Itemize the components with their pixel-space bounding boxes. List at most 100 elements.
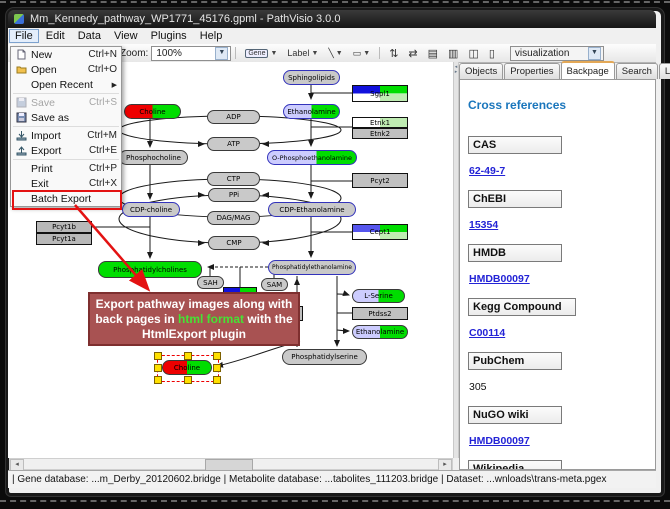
section-header-wikipedia: Wikipedia (468, 460, 562, 470)
menu-item-open-recent[interactable]: Open Recent ▶ (11, 77, 121, 92)
node-ethanolamine-bottom[interactable]: Ethanolamine (352, 325, 408, 339)
align-vertical-button[interactable]: ⇅ (385, 45, 402, 61)
menu-file[interactable]: File (9, 29, 39, 43)
submenu-arrow-icon: ▶ (112, 81, 117, 89)
node-ppi[interactable]: PPi (208, 188, 260, 202)
add-gene-button[interactable]: Gene ▼ (241, 45, 281, 61)
selection-handle[interactable] (213, 364, 221, 372)
menu-data[interactable]: Data (72, 29, 107, 43)
visualization-combobox[interactable]: visualization ▼ (510, 46, 604, 61)
menu-item-save-as[interactable]: Save as (11, 110, 121, 125)
node-o-phosphoethanolamine[interactable]: O-Phosphoethanolamine (267, 150, 357, 165)
node-cmp[interactable]: CMP (208, 236, 260, 250)
node-choline-top[interactable]: Choline (124, 104, 181, 119)
node-etnk1[interactable]: Etnk1 (352, 117, 408, 128)
node-phosphatidylcholines[interactable]: Phosphatidylcholines (98, 261, 202, 278)
title-bar[interactable]: Mm_Kennedy_pathway_WP1771_45176.gpml - P… (8, 10, 656, 28)
menu-view[interactable]: View (108, 29, 144, 43)
node-ethanolamine-top[interactable]: Ethanolamine (283, 104, 340, 119)
tab-backpage[interactable]: Backpage (561, 61, 615, 80)
chevron-down-icon: ▼ (363, 50, 370, 57)
import-icon (14, 130, 28, 141)
align-horizontal-button[interactable]: ⇄ (404, 45, 421, 61)
menu-item-save[interactable]: Save Ctrl+S (11, 95, 121, 110)
menu-item-import[interactable]: Import Ctrl+M (11, 128, 121, 143)
menu-item-new[interactable]: New Ctrl+N (11, 47, 121, 62)
selection-handle[interactable] (154, 376, 162, 384)
node-sah[interactable]: SAH (197, 276, 224, 289)
align-vertical-icon: ⇅ (389, 47, 398, 60)
open-folder-icon (14, 64, 28, 75)
menu-item-export[interactable]: Export Ctrl+E (11, 143, 121, 158)
node-phosphatidylserine[interactable]: Phosphatidylserine (282, 349, 367, 365)
node-dag-mag[interactable]: DAG/MAG (207, 211, 260, 225)
node-phosphocholine[interactable]: Phosphocholine (119, 150, 188, 165)
node-pcyt1b[interactable]: Pcyt1b (36, 221, 92, 233)
node-l-serine[interactable]: L-Serine (352, 289, 405, 303)
menu-separator (13, 93, 119, 94)
node-sgpl1[interactable]: Sgpl1 (352, 85, 408, 102)
common-height-button[interactable]: ▯ (485, 45, 499, 61)
selection-handle[interactable] (184, 352, 192, 360)
stack-columns-button[interactable]: ▥ (444, 45, 462, 61)
section-header-nugo: NuGO wiki (468, 406, 562, 424)
selection-handle[interactable] (213, 376, 221, 384)
common-width-icon: ◫ (468, 47, 478, 60)
menu-item-exit[interactable]: Exit Ctrl+X (11, 176, 121, 191)
menu-plugins[interactable]: Plugins (145, 29, 193, 43)
line-tool-button[interactable]: ╲ ▼ (324, 45, 346, 61)
chevron-down-icon: ▼ (270, 50, 277, 57)
selection-handle[interactable] (154, 352, 162, 360)
menu-edit[interactable]: Edit (40, 29, 71, 43)
chebi-link[interactable]: 15354 (469, 219, 498, 231)
tab-objects[interactable]: Objects (459, 63, 503, 79)
tab-legend[interactable]: Legend (659, 63, 670, 79)
horizontal-scrollbar[interactable]: ◂ ▸ (9, 458, 453, 470)
node-ptdss2[interactable]: Ptdss2 (352, 307, 408, 320)
section-header-cas: CAS (468, 136, 562, 154)
nugo-link[interactable]: HMDB00097 (469, 435, 530, 447)
zoom-combobox[interactable]: 100% ▼ (151, 46, 231, 61)
tab-search[interactable]: Search (616, 63, 658, 79)
node-cept1[interactable]: Cept1 (352, 224, 408, 240)
node-pcyt1a[interactable]: Pcyt1a (36, 233, 92, 245)
menu-help[interactable]: Help (194, 29, 229, 43)
stack-rows-button[interactable]: ▤ (424, 45, 442, 61)
selection-handle[interactable] (213, 352, 221, 360)
cas-link[interactable]: 62-49-7 (469, 165, 505, 177)
hmdb-link[interactable]: HMDB00097 (469, 273, 530, 285)
node-sphingolipids[interactable]: Sphingolipids (283, 70, 340, 85)
toolbar-separator (379, 47, 380, 59)
node-cdp-choline[interactable]: CDP-choline (122, 202, 180, 217)
zoom-label: Zoom: (120, 48, 148, 59)
menu-bar: File Edit Data View Plugins Help (8, 28, 656, 45)
status-bar: | Gene database: ...m_Derby_20120602.bri… (8, 470, 656, 488)
menu-separator (13, 159, 119, 160)
node-adp[interactable]: ADP (207, 110, 260, 124)
chevron-down-icon: ▼ (336, 50, 343, 57)
zoom-dropdown-icon[interactable]: ▼ (215, 47, 228, 60)
kegg-link[interactable]: C00114 (469, 327, 505, 339)
new-file-icon (14, 49, 28, 60)
node-pcyt2[interactable]: Pcyt2 (352, 173, 408, 188)
node-etnk2[interactable]: Etnk2 (352, 128, 408, 139)
node-cdp-ethanolamine[interactable]: CDP-Ethanolamine (268, 202, 356, 217)
save-icon (14, 97, 28, 108)
common-width-button[interactable]: ◫ (464, 45, 482, 61)
node-atp[interactable]: ATP (207, 137, 260, 151)
menu-item-open[interactable]: Open Ctrl+O (11, 62, 121, 77)
section-header-hmdb: HMDB (468, 244, 562, 262)
add-label-button[interactable]: Label ▼ (283, 45, 322, 61)
node-phosphatidylethanolamine[interactable]: Phosphatidylethanolamine (268, 260, 356, 275)
tab-properties[interactable]: Properties (504, 63, 559, 79)
top-dashed-edge (0, 1, 670, 3)
menu-item-print[interactable]: Print Ctrl+P (11, 161, 121, 176)
line-icon: ╲ (328, 48, 333, 59)
selection-handle[interactable] (154, 364, 162, 372)
node-ctp[interactable]: CTP (207, 172, 260, 186)
shape-tool-button[interactable]: ▭ ▼ (349, 45, 374, 61)
menu-item-batch-export[interactable]: Batch Export (11, 191, 121, 206)
selection-handle[interactable] (184, 376, 192, 384)
visualization-dropdown-icon[interactable]: ▼ (588, 47, 601, 60)
node-sam[interactable]: SAM (261, 278, 288, 291)
